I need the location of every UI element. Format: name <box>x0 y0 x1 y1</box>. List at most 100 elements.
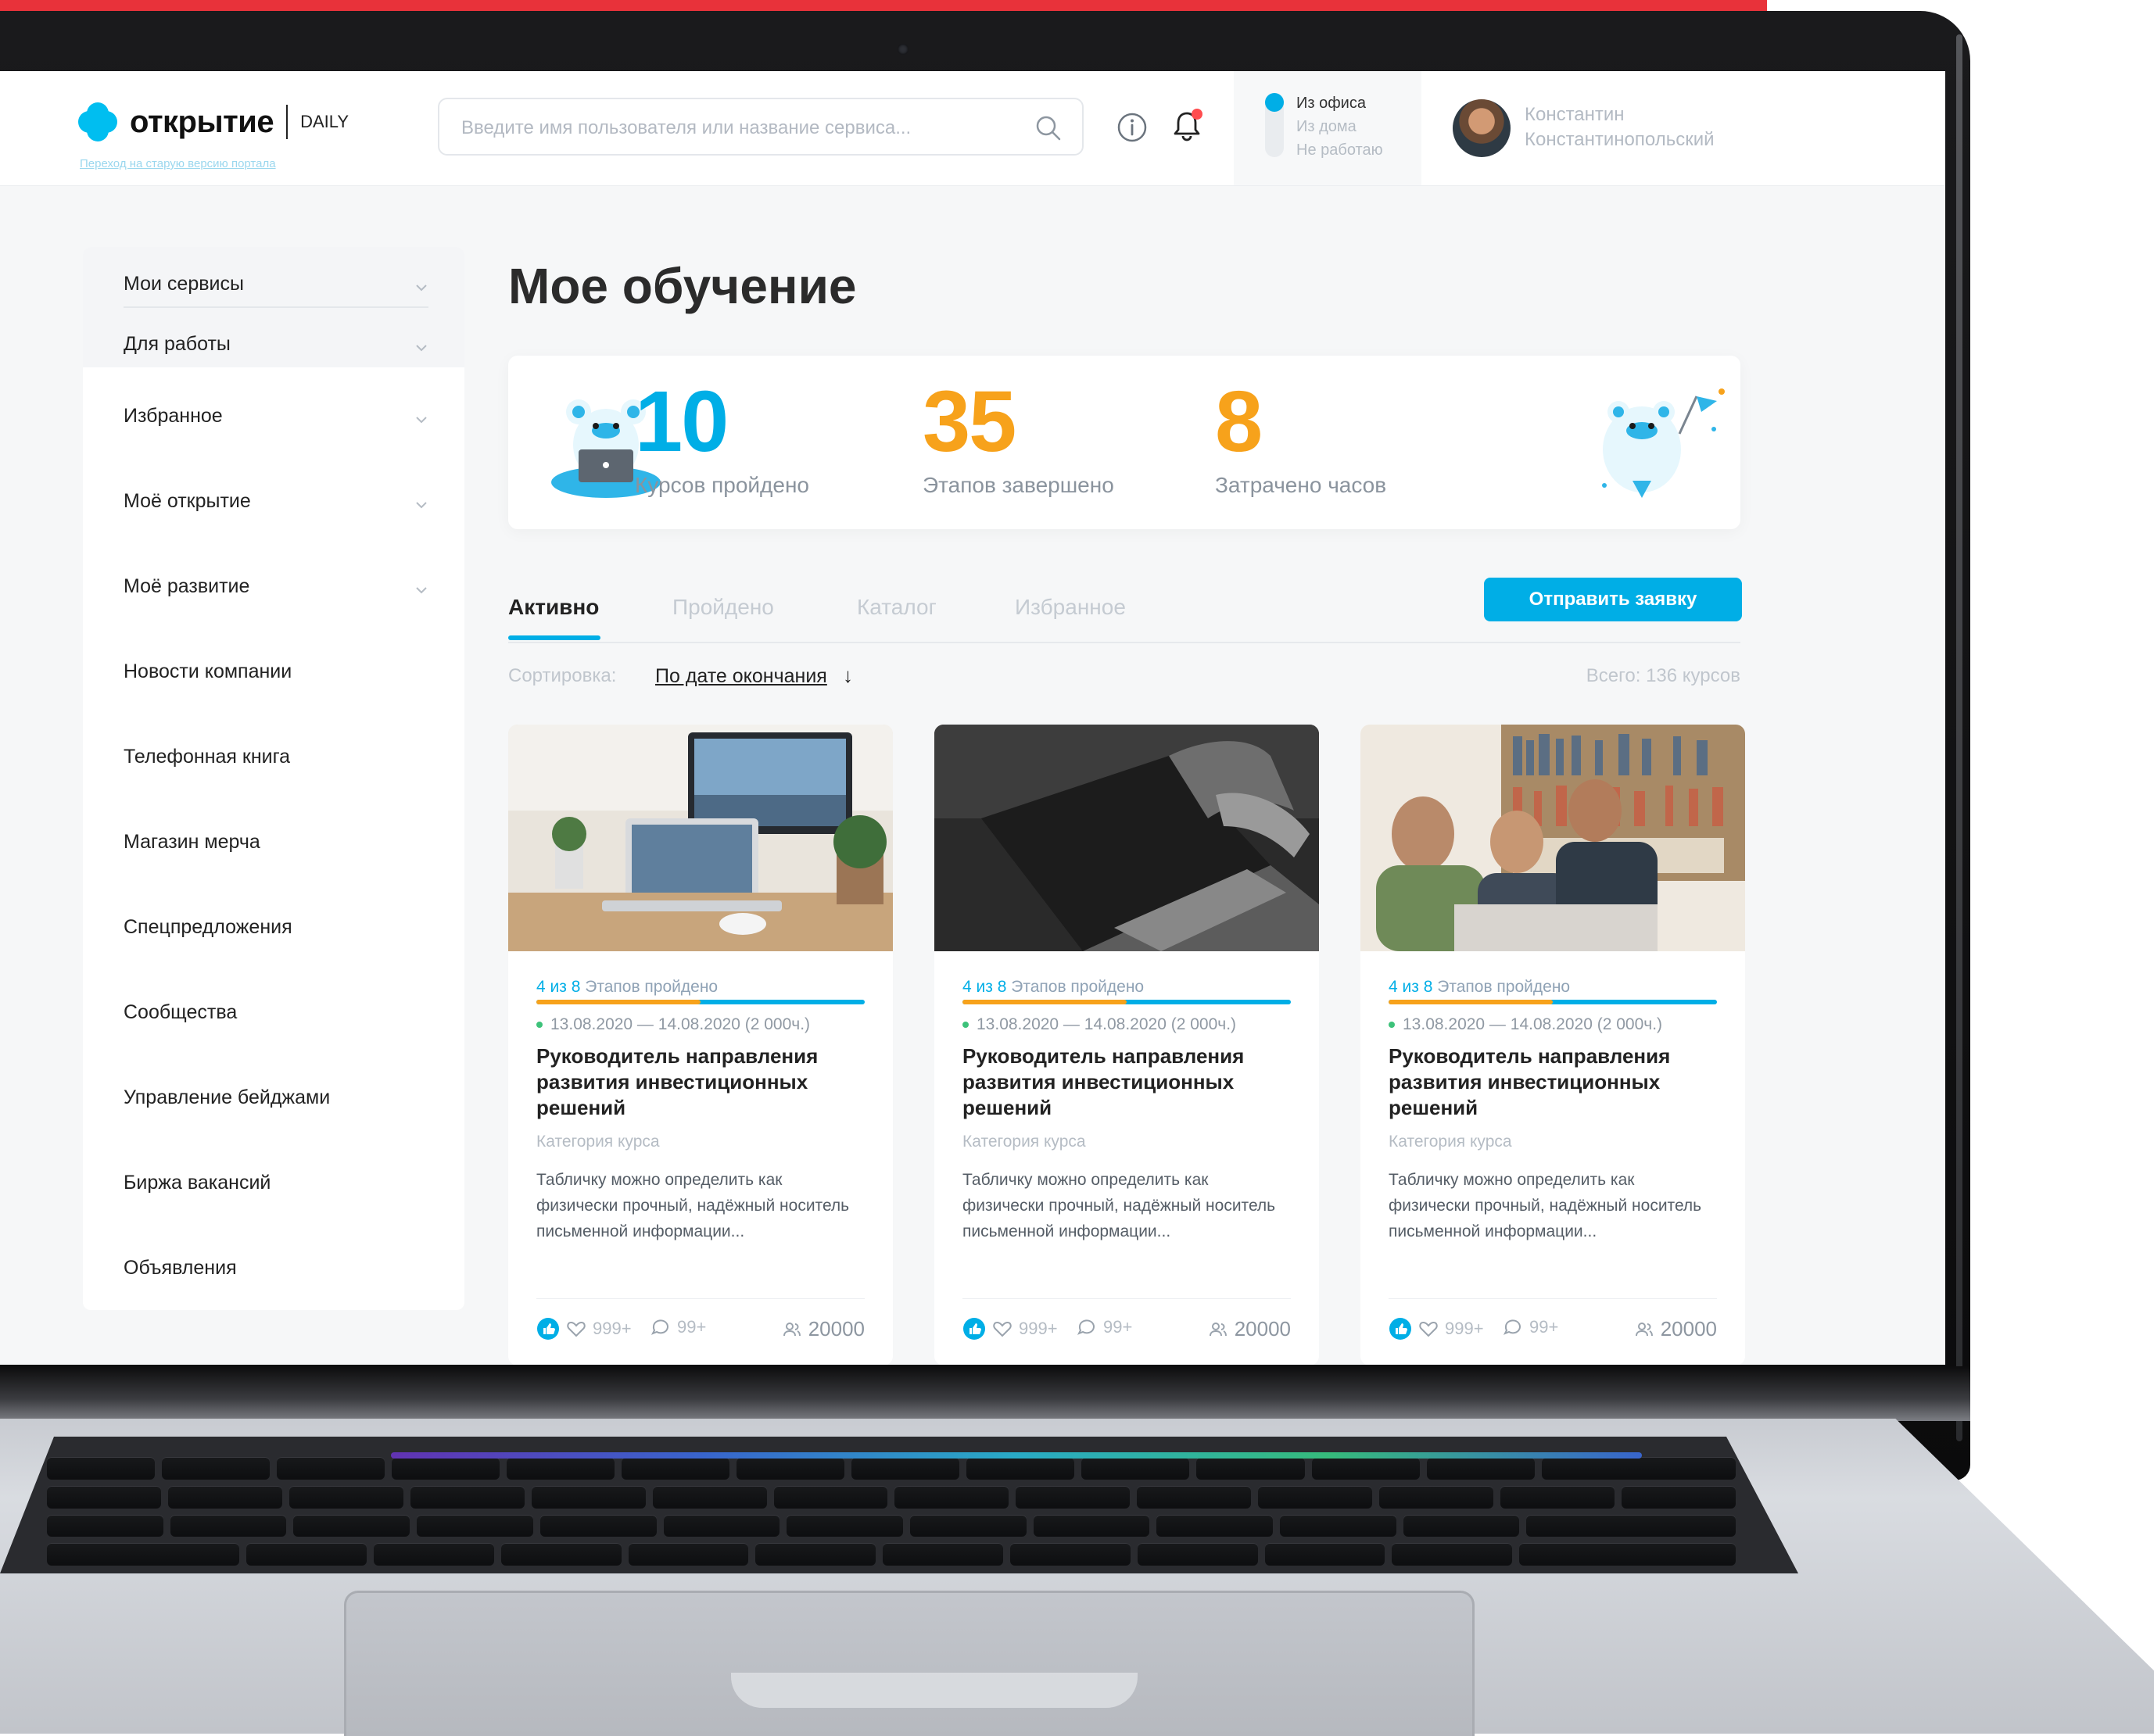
sidebar-item[interactable]: Для работы <box>124 333 428 356</box>
sidebar-item-label: Избранное <box>124 405 223 427</box>
progress-fill <box>962 1000 1127 1004</box>
chevron-down-icon[interactable] <box>414 338 428 352</box>
keyboard-key <box>773 1485 888 1509</box>
keyboard-key <box>410 1485 525 1509</box>
tab-active[interactable]: Активно <box>508 595 599 620</box>
key-row <box>47 1457 1736 1480</box>
chevron-down-icon[interactable] <box>414 495 428 509</box>
comment-icon[interactable] <box>651 1317 671 1337</box>
sidebar-item[interactable]: Мои сервисы <box>124 273 428 295</box>
course-title[interactable]: Руководитель направления развития инвест… <box>962 1043 1291 1121</box>
status-option-not-working[interactable]: Не работаю <box>1296 141 1383 159</box>
tab-catalog[interactable]: Каталог <box>857 595 937 620</box>
comment-icon[interactable] <box>1503 1317 1523 1337</box>
status-knob[interactable] <box>1265 93 1284 112</box>
comment-icon[interactable] <box>1077 1317 1097 1337</box>
heart-icon[interactable] <box>992 1319 1012 1339</box>
sidebar-item[interactable]: Управление бейджами <box>124 1086 428 1109</box>
heart-icon[interactable] <box>566 1319 586 1339</box>
thumbs-up-icon[interactable] <box>536 1317 560 1340</box>
comments-count: 99+ <box>1103 1317 1133 1337</box>
sidebar-item[interactable]: Сообщества <box>124 1001 428 1024</box>
active-tab-indicator <box>508 635 600 640</box>
chevron-down-icon[interactable] <box>414 580 428 594</box>
heart-icon[interactable] <box>1418 1319 1439 1339</box>
like-control[interactable]: 999+ <box>962 1317 1058 1340</box>
sidebar-item-label: Моё развитие <box>124 575 250 597</box>
keyboard-key <box>47 1543 240 1566</box>
comments-control[interactable]: 99+ <box>651 1317 706 1337</box>
status-toggle[interactable] <box>1265 93 1284 157</box>
search-box <box>438 98 1084 156</box>
sidebar-item[interactable]: Объявления <box>124 1257 428 1280</box>
chevron-down-icon[interactable] <box>414 410 428 424</box>
keyboard-key <box>500 1543 622 1566</box>
chevron-down-icon[interactable] <box>414 277 428 292</box>
card-footer: 999+ 99+ 20000 <box>1389 1317 1717 1342</box>
stat-hours-label: Затрачено часов <box>1215 473 1387 497</box>
comments-control[interactable]: 99+ <box>1503 1317 1558 1337</box>
status-dot-icon <box>1389 1022 1395 1029</box>
stats-panel: 10 Курсов пройдено 35 Этапов завершено 8… <box>508 356 1740 529</box>
tab-completed[interactable]: Пройдено <box>672 595 774 620</box>
course-card[interactable]: 4 из 8 Этапов пройдено 13.08.2020 — 14.08… <box>508 725 893 1365</box>
keyboard-key <box>167 1485 282 1509</box>
card-divider <box>1389 1298 1717 1299</box>
sidebar-item[interactable]: Телефонная книга <box>124 746 428 768</box>
brand-logo[interactable]: открытие DAILY <box>78 102 349 141</box>
keyboard-key <box>1016 1485 1131 1509</box>
course-title[interactable]: Руководитель направления развития инвест… <box>1389 1043 1717 1121</box>
laptop-hands-photo[interactable] <box>934 725 1319 951</box>
keyboard-key <box>755 1543 876 1566</box>
thumbs-up-icon[interactable] <box>962 1317 986 1340</box>
course-title[interactable]: Руководитель направления развития инвест… <box>536 1043 865 1121</box>
sidebar-item-label: Биржа вакансий <box>124 1172 271 1194</box>
course-card[interactable]: 4 из 8 Этапов пройдено 13.08.2020 — 14.08… <box>1360 725 1745 1365</box>
desk-workspace-photo[interactable] <box>508 725 893 951</box>
submit-request-button[interactable]: Отправить заявку <box>1484 578 1742 621</box>
avatar[interactable] <box>1453 99 1511 157</box>
keyboard-key <box>966 1457 1075 1480</box>
comments-count: 99+ <box>1529 1317 1559 1337</box>
like-control[interactable]: 999+ <box>1389 1317 1484 1340</box>
stat-stages-value: 35 <box>923 374 1016 470</box>
stat-stages-label: Этапов завершено <box>923 473 1114 497</box>
keyboard-key <box>1137 1485 1252 1509</box>
sidebar-item[interactable]: Избранное <box>124 405 428 428</box>
sidebar-item[interactable]: Магазин мерча <box>124 831 428 854</box>
key-row <box>47 1514 1736 1537</box>
user-name[interactable]: Константин Константинопольский <box>1525 102 1715 152</box>
old-portal-link[interactable]: Переход на старую версию портала <box>80 157 276 170</box>
search-input[interactable] <box>460 113 1010 143</box>
keyboard-key <box>1541 1457 1736 1480</box>
sidebar-item[interactable]: Моё развитие <box>124 575 428 598</box>
stat-courses-label: Курсов пройдено <box>635 473 810 497</box>
info-icon[interactable] <box>1116 112 1148 143</box>
work-status-switch[interactable]: Из офиса Из дома Не работаю <box>1234 71 1421 185</box>
tab-favorites[interactable]: Избранное <box>1015 595 1126 620</box>
sidebar-item[interactable]: Биржа вакансий <box>124 1172 428 1194</box>
keyboard-key <box>894 1485 1009 1509</box>
thumbs-up-icon[interactable] <box>1389 1317 1412 1340</box>
team-library-photo[interactable] <box>1360 725 1745 951</box>
course-card[interactable]: 4 из 8 Этапов пройдено 13.08.2020 — 14.08… <box>934 725 1319 1365</box>
keyboard-key <box>737 1457 845 1480</box>
screen: открытие DAILY Переход на старую версию … <box>0 71 1945 1365</box>
search-icon[interactable] <box>1035 115 1062 141</box>
status-option-office[interactable]: Из офиса <box>1296 95 1366 113</box>
keyboard-key <box>1392 1543 1513 1566</box>
sidebar-item[interactable]: Моё открытие <box>124 490 428 513</box>
like-control[interactable]: 999+ <box>536 1317 632 1340</box>
sort-dropdown[interactable]: По дате окончания <box>655 665 827 688</box>
status-option-home[interactable]: Из дома <box>1296 118 1357 136</box>
stat-courses-value: 10 <box>635 374 729 470</box>
sidebar-item[interactable]: Новости компании <box>124 660 428 683</box>
keyboard-key <box>507 1457 615 1480</box>
sidebar-item[interactable]: Спецпредложения <box>124 916 428 939</box>
course-dates-text: 13.08.2020 — 14.08.2020 (2 000ч.) <box>550 1015 811 1033</box>
comments-count: 99+ <box>677 1317 707 1337</box>
top-header: открытие DAILY Переход на старую версию … <box>0 71 1945 186</box>
card-divider <box>536 1298 865 1299</box>
sort-arrow-icon[interactable]: ↓ <box>843 664 853 688</box>
comments-control[interactable]: 99+ <box>1077 1317 1132 1337</box>
